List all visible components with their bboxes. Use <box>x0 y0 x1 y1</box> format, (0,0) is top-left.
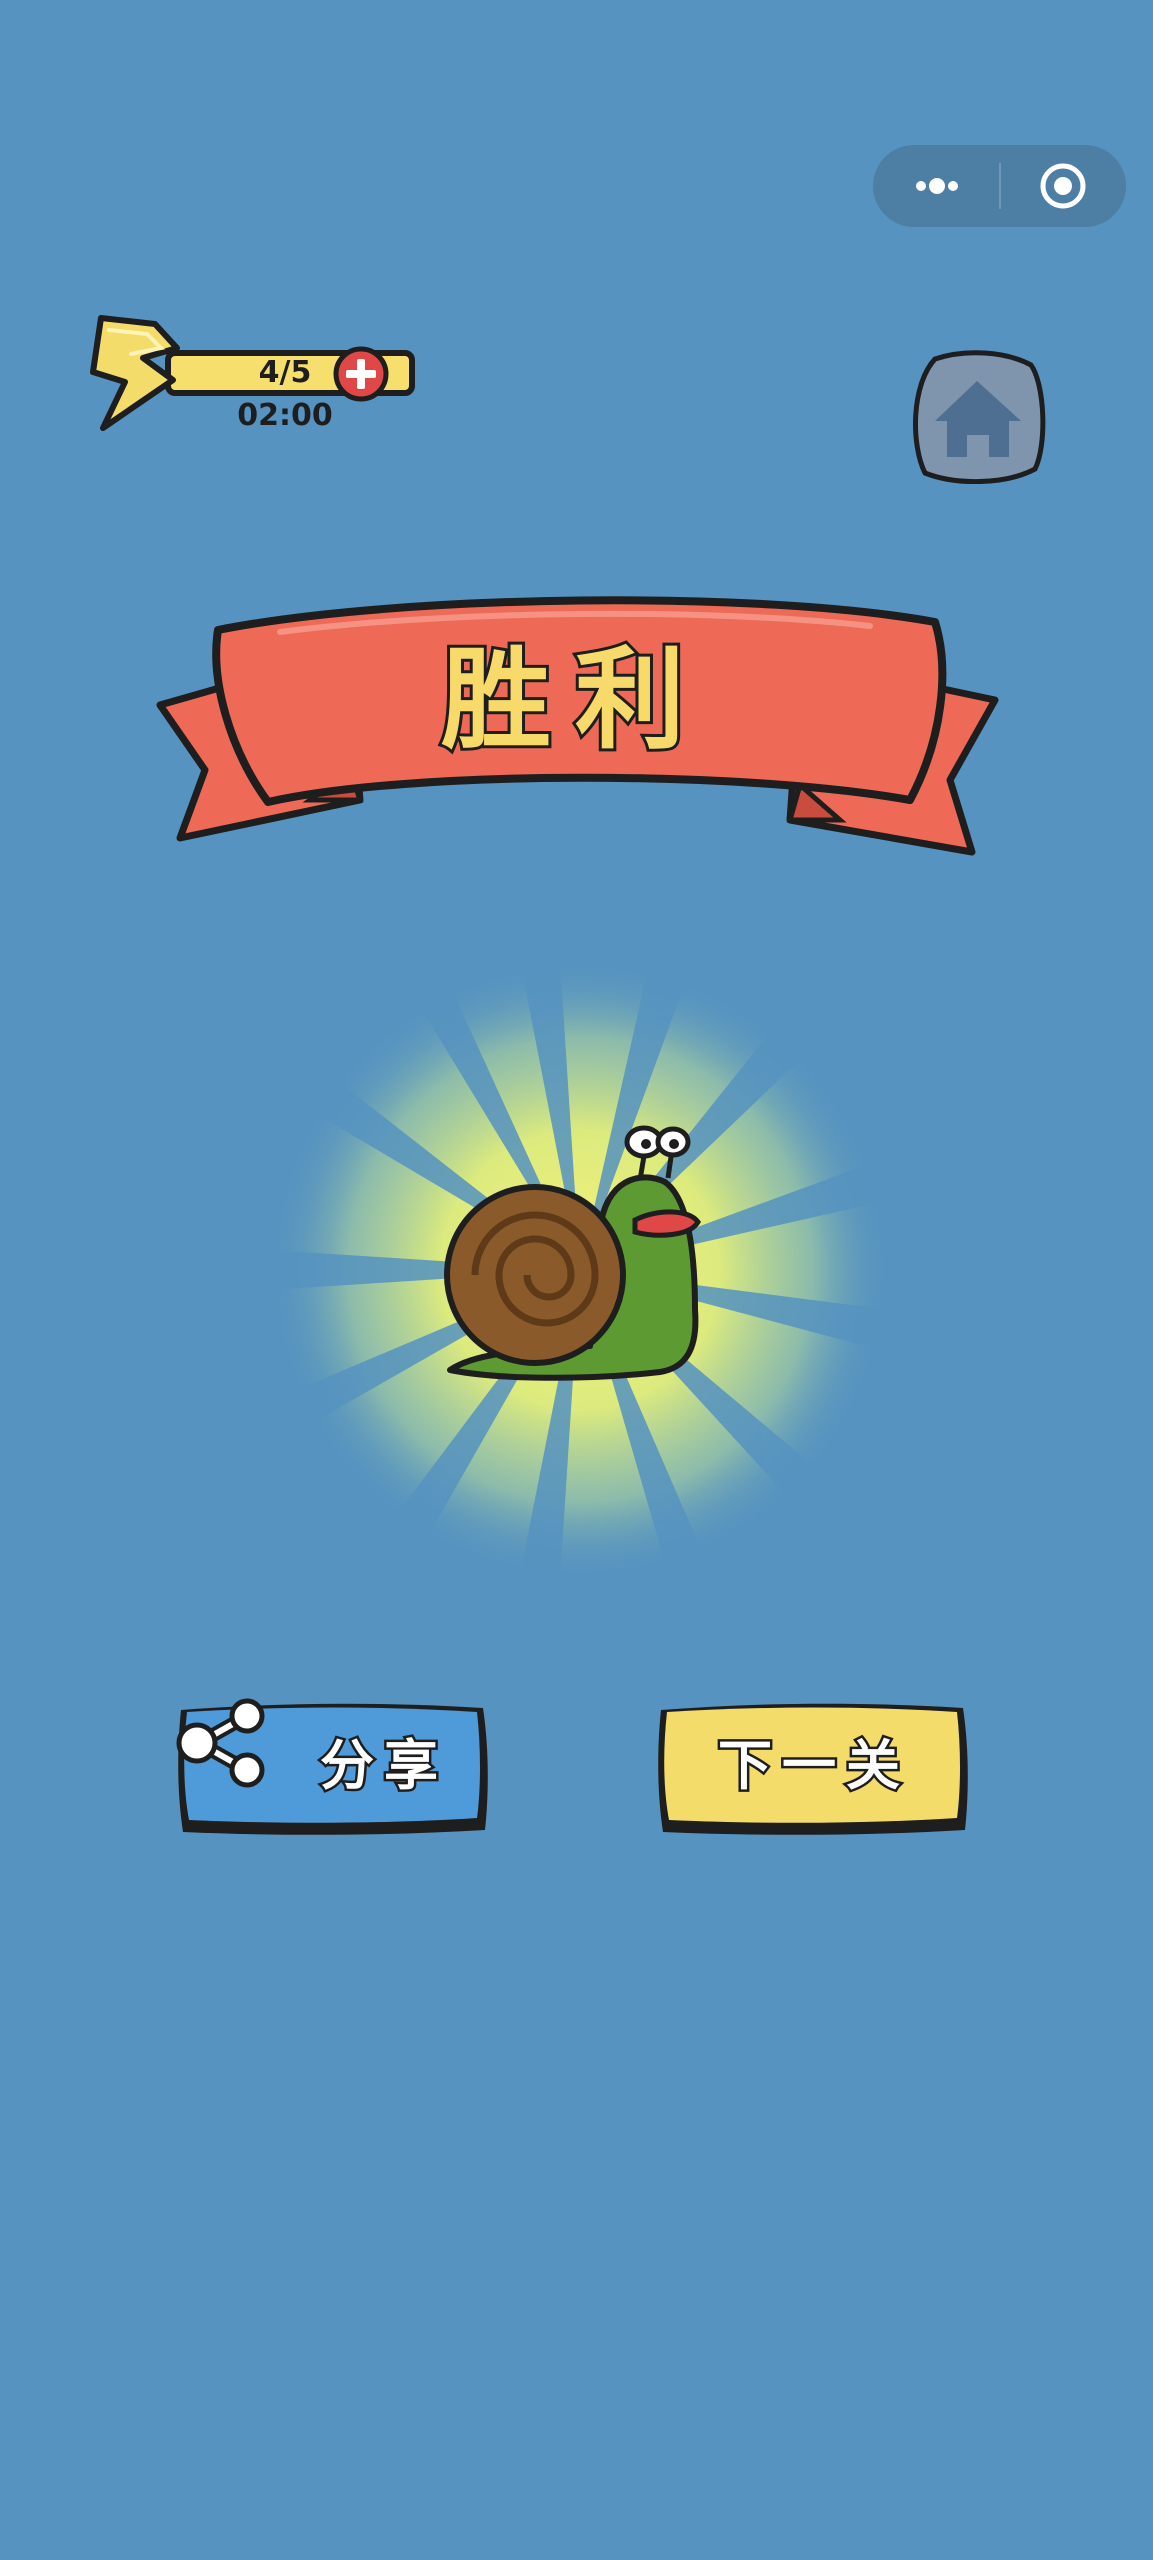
victory-screen: 4/5 02:00 胜利 分享 下一关 <box>0 0 1153 2560</box>
more-button[interactable] <box>873 145 999 227</box>
home-icon <box>913 350 1046 485</box>
more-dots-icon <box>916 178 958 194</box>
lightning-bolt-icon <box>90 315 180 431</box>
add-energy-button[interactable] <box>331 344 391 404</box>
victory-title: 胜利 <box>438 633 709 767</box>
share-icon <box>176 1698 265 1788</box>
mini-program-capsule <box>873 145 1126 227</box>
share-button-label: 分享 <box>318 1732 448 1800</box>
snail-character <box>444 1125 701 1381</box>
share-button[interactable]: 分享 <box>175 1698 493 1838</box>
next-level-button[interactable]: 下一关 <box>655 1698 973 1838</box>
home-button[interactable] <box>905 345 1050 490</box>
target-circle-icon <box>1040 163 1086 209</box>
energy-widget: 4/5 02:00 <box>85 310 415 440</box>
next-button-label: 下一关 <box>716 1732 910 1800</box>
close-button[interactable] <box>1001 145 1126 227</box>
plus-icon <box>333 346 389 402</box>
victory-banner: 胜利 <box>150 570 1000 870</box>
energy-timer: 02:00 <box>237 398 333 433</box>
